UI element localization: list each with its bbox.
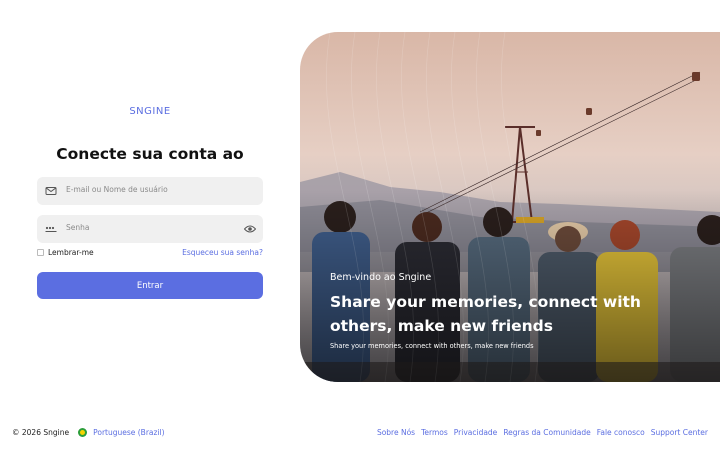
password-placeholder: Senha: [66, 223, 90, 232]
site-logo[interactable]: SNGINE: [37, 106, 263, 117]
language-selector[interactable]: Portuguese (Brazil): [93, 428, 164, 437]
email-placeholder: E-mail ou Nome de usuário: [66, 185, 168, 194]
hero-subtext: Share your memories, connect with others…: [330, 342, 534, 350]
remember-checkbox[interactable]: [37, 249, 44, 256]
hero-banner: Bem-vindo ao Sngine Share your memories,…: [300, 32, 720, 382]
brazil-flag-icon: [78, 428, 88, 437]
password-field[interactable]: Senha: [37, 215, 263, 243]
hero-headline: Share your memories, connect with others…: [330, 293, 641, 335]
hero-welcome: Bem-vindo ao Sngine: [330, 272, 432, 283]
remember-label: Lembrar-me: [48, 248, 94, 257]
password-dots-icon: [45, 226, 57, 232]
login-page: SNGINE Conecte sua conta ao E-mail ou No…: [0, 0, 720, 450]
envelope-icon: [45, 187, 57, 195]
footer-links: Sobre Nós Termos Privacidade Regras da C…: [377, 428, 708, 437]
forgot-password-link[interactable]: Esqueceu sua senha?: [182, 248, 263, 257]
login-title: Conecte sua conta ao: [56, 145, 244, 163]
copyright: © 2026 Sngine: [12, 428, 70, 437]
remember-me[interactable]: Lembrar-me: [37, 248, 94, 257]
eye-icon[interactable]: [244, 224, 256, 234]
login-button[interactable]: Entrar: [37, 272, 263, 299]
footer-link-terms[interactable]: Termos: [421, 428, 448, 437]
footer-link-community-rules[interactable]: Regras da Comunidade: [503, 428, 590, 437]
footer-left: © 2026 Sngine Portuguese (Brazil): [12, 428, 165, 437]
footer-link-contact[interactable]: Fale conosco: [597, 428, 645, 437]
footer-link-privacy[interactable]: Privacidade: [454, 428, 498, 437]
footer-link-support[interactable]: Support Center: [651, 428, 708, 437]
email-field[interactable]: E-mail ou Nome de usuário: [37, 177, 263, 205]
footer-link-about[interactable]: Sobre Nós: [377, 428, 415, 437]
